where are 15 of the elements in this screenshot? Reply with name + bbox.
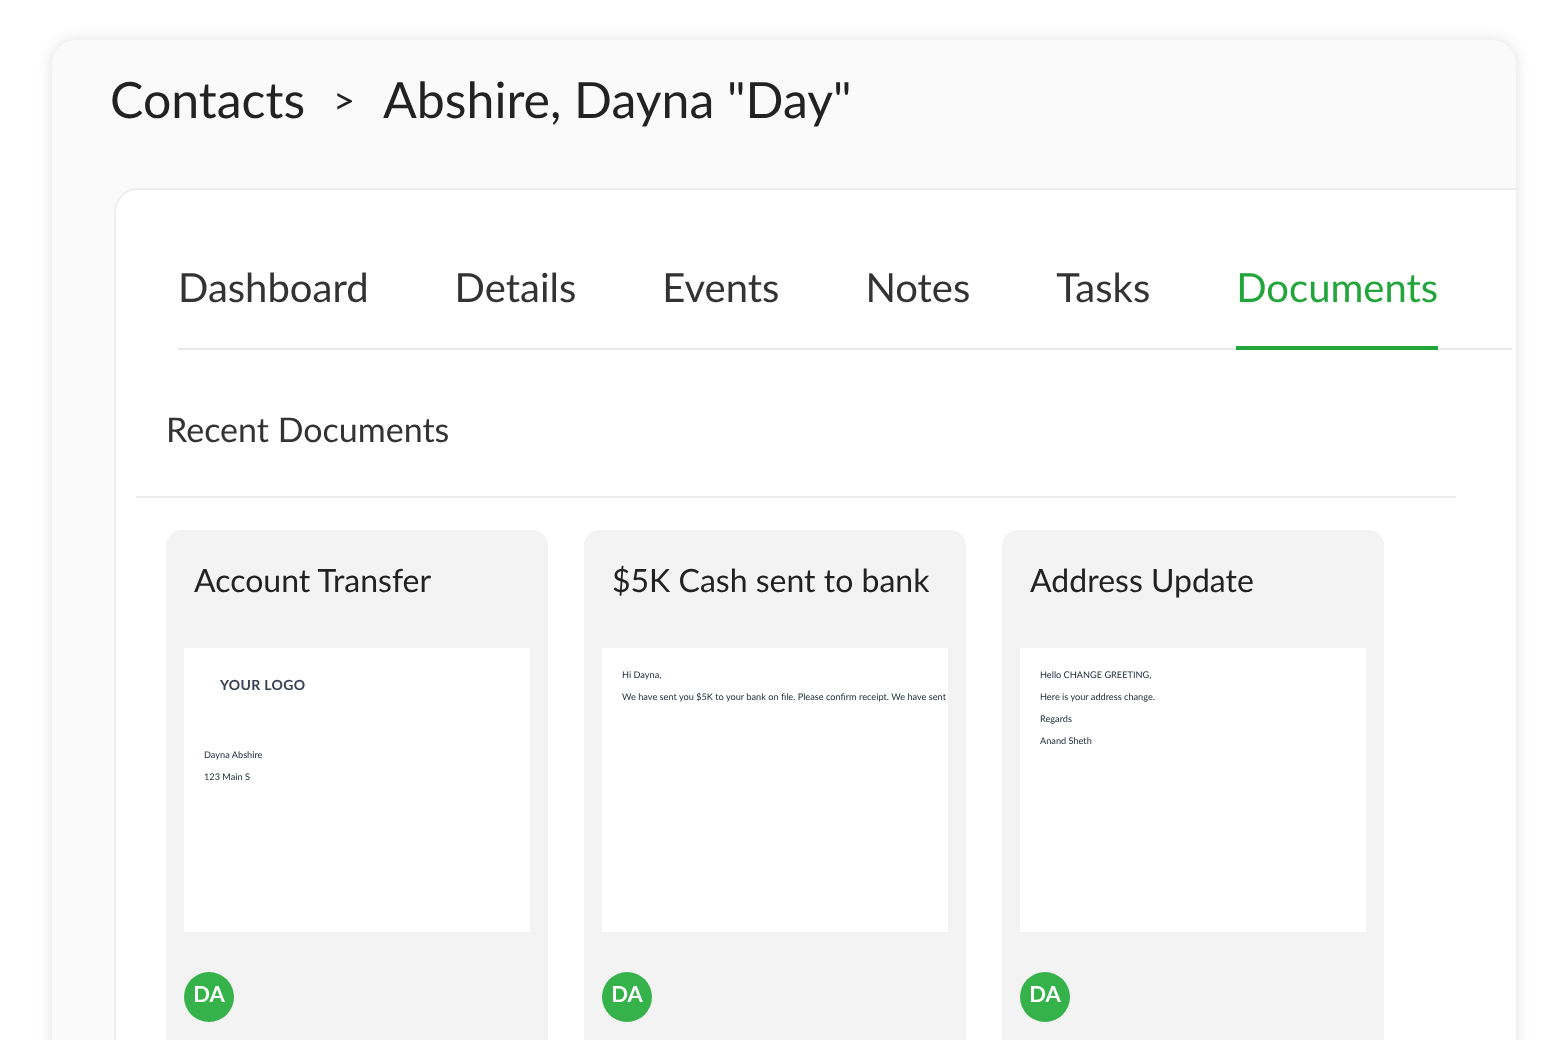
tab[interactable]: Dashboard (178, 257, 369, 349)
avatar: DA (184, 972, 234, 1022)
document-title: $5K Cash sent to bank (610, 560, 932, 604)
breadcrumb-link[interactable]: Contacts (110, 64, 306, 139)
breadcrumb-current: Abshire, Dayna "Day" (383, 68, 852, 134)
tab[interactable]: Notes (865, 257, 971, 349)
section-title: Recent Documents (166, 405, 452, 453)
breadcrumb-separator: > (333, 75, 356, 127)
tab[interactable]: Events (662, 257, 780, 349)
avatar: DA (1020, 972, 1070, 1022)
avatar: DA (602, 972, 652, 1022)
document-title: Account Transfer (192, 560, 434, 604)
tab[interactable]: Tasks (1056, 257, 1151, 349)
tab[interactable]: Details (454, 257, 577, 349)
document-title: Address Update (1028, 560, 1256, 604)
